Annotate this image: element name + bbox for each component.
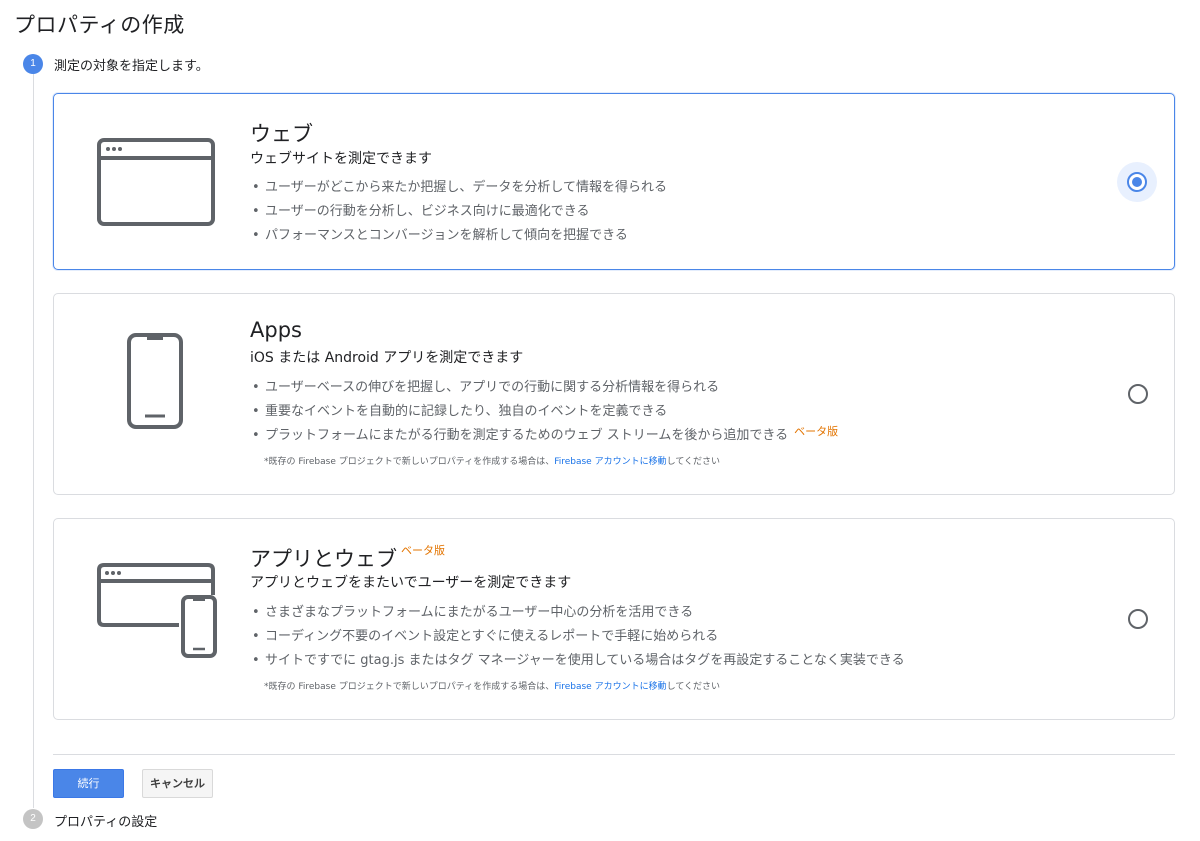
option-note: *既存の Firebase プロジェクトで新しいプロパティを作成する場合は、Fi…	[264, 457, 721, 467]
option-title: ウェブ	[250, 122, 313, 146]
feature-list: • ユーザーがどこから来たか把握し、データを分析して情報を得られる • ユーザーの行…	[250, 176, 667, 248]
browser-and-phone-icon	[97, 563, 219, 663]
option-title: アプリとウェブ ベータ版	[250, 544, 445, 571]
feature-list: • さまざまなプラットフォームにまたがるユーザー中心の分析を活用できる • コーディ…	[250, 601, 905, 673]
firebase-account-link[interactable]: Firebase アカウントに移動	[554, 457, 666, 467]
list-item: • コーディング不要のイベント設定とすぐに使えるレポートで手軽に始められる	[252, 629, 719, 644]
list-item: • ユーザーベースの伸びを把握し、アプリでの行動に関する分析情報を得られる	[252, 380, 720, 395]
list-item: • プラットフォームにまたがる行動を測定するためのウェブ ストリームを後から追加で…	[252, 425, 839, 443]
continue-button[interactable]: 続行	[53, 769, 124, 798]
step-2-number: 2	[23, 809, 43, 829]
radio-apps[interactable]	[1128, 384, 1148, 404]
list-item: • 重要なイベントを自動的に記録したり、独自のイベントを定義できる	[252, 404, 668, 419]
option-subtitle: アプリとウェブをまたいでユーザーを測定できます	[250, 575, 572, 591]
feature-list: • ユーザーベースの伸びを把握し、アプリでの行動に関する分析情報を得られる • 重要…	[250, 376, 838, 448]
list-item: • パフォーマンスとコンバージョンを解析して傾向を把握できる	[252, 228, 628, 243]
step-1-number: 1	[23, 54, 43, 74]
option-card-app-web[interactable]: アプリとウェブ ベータ版 アプリとウェブをまたいでユーザーを測定できます • さまざ…	[53, 518, 1175, 720]
browser-window-icon	[97, 138, 215, 230]
smartphone-icon	[127, 333, 183, 433]
list-item: • ユーザーの行動を分析し、ビジネス向けに最適化できる	[252, 204, 590, 219]
divider	[53, 754, 1175, 755]
list-item: • サイトですでに gtag.js またはタグ マネージャーを使用している場合はタ…	[252, 653, 905, 668]
stepper-line	[33, 74, 34, 808]
beta-badge: ベータ版	[794, 425, 839, 438]
option-card-apps[interactable]: Apps iOS または Android アプリを測定できます • ユーザーベース…	[53, 293, 1175, 495]
option-title: Apps	[250, 318, 302, 342]
cancel-button[interactable]: キャンセル	[142, 769, 213, 798]
list-item: • ユーザーがどこから来たか把握し、データを分析して情報を得られる	[252, 180, 667, 195]
option-subtitle: ウェブサイトを測定できます	[250, 151, 432, 167]
beta-badge: ベータ版	[401, 544, 445, 557]
option-subtitle: iOS または Android アプリを測定できます	[250, 350, 524, 366]
list-item: • さまざまなプラットフォームにまたがるユーザー中心の分析を活用できる	[252, 605, 694, 620]
step-2-label: プロパティの設定	[54, 815, 158, 830]
option-note: *既存の Firebase プロジェクトで新しいプロパティを作成する場合は、Fi…	[264, 682, 721, 692]
step-1-label: 測定の対象を指定します。	[54, 59, 209, 74]
page-title: プロパティの作成	[14, 13, 185, 37]
option-card-web[interactable]: ウェブ ウェブサイトを測定できます • ユーザーがどこから来たか把握し、データを分…	[53, 93, 1175, 270]
radio-web[interactable]	[1127, 172, 1147, 192]
radio-app-web[interactable]	[1128, 609, 1148, 629]
firebase-account-link[interactable]: Firebase アカウントに移動	[554, 682, 666, 692]
